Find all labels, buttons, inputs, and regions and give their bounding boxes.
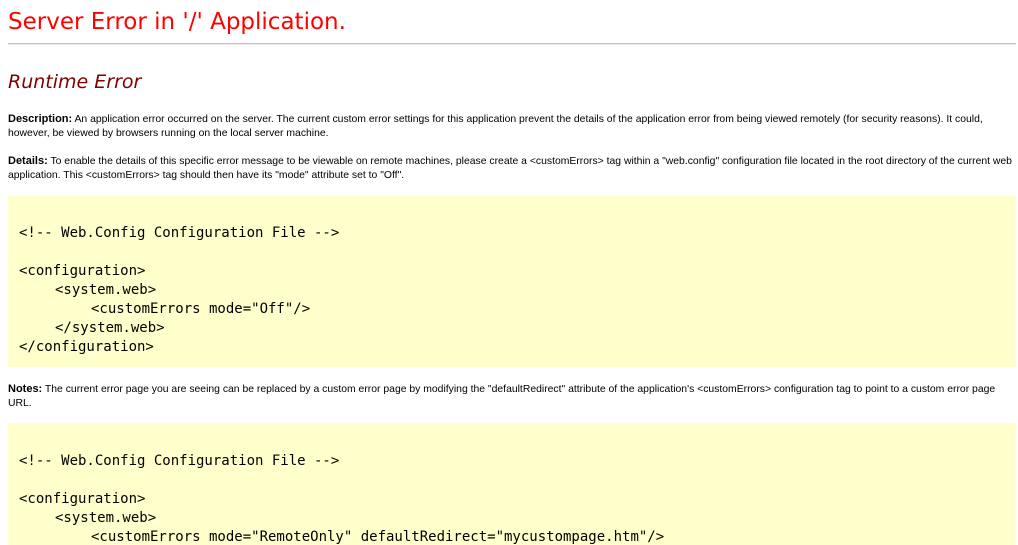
code-line-comment: <!-- Web.Config Configuration File --> [19,225,340,241]
description-text: An application error occurred on the ser… [8,114,983,139]
code-line-open-configuration: <configuration> [19,491,146,507]
code-line-open-system-web: <system.web> [55,510,157,526]
details-label: Details: [8,155,48,167]
code-line-close-system-web: </system.web> [55,320,165,336]
error-page: Server Error in '/' Application. Runtime… [0,0,1018,545]
description-paragraph: Description: An application error occurr… [8,112,1018,141]
notes-paragraph: Notes: The current error page you are se… [8,382,1018,411]
config-code-block-remote-only[interactable]: <!-- Web.Config Configuration File --> <c… [8,423,1016,545]
details-paragraph: Details: To enable the details of this s… [8,154,1018,183]
error-subtitle: Runtime Error [8,71,142,93]
code-line-custom-errors: <customErrors mode="Off"/> [91,301,311,317]
page-title: Server Error in '/' Application. [8,9,346,35]
code-line-open-configuration: <configuration> [19,263,146,279]
details-text: To enable the details of this specific e… [8,156,1012,181]
code-line-custom-errors: <customErrors mode="RemoteOnly" defaultR… [91,529,665,545]
code-line-open-system-web: <system.web> [55,282,157,298]
description-label: Description: [8,113,73,125]
notes-label: Notes: [8,383,43,395]
notes-text: The current error page you are seeing ca… [8,384,996,409]
code-line-close-configuration: </configuration> [19,339,154,355]
config-code-block-off[interactable]: <!-- Web.Config Configuration File --> <c… [8,196,1016,367]
title-divider [8,43,1016,45]
code-line-comment: <!-- Web.Config Configuration File --> [19,453,340,469]
